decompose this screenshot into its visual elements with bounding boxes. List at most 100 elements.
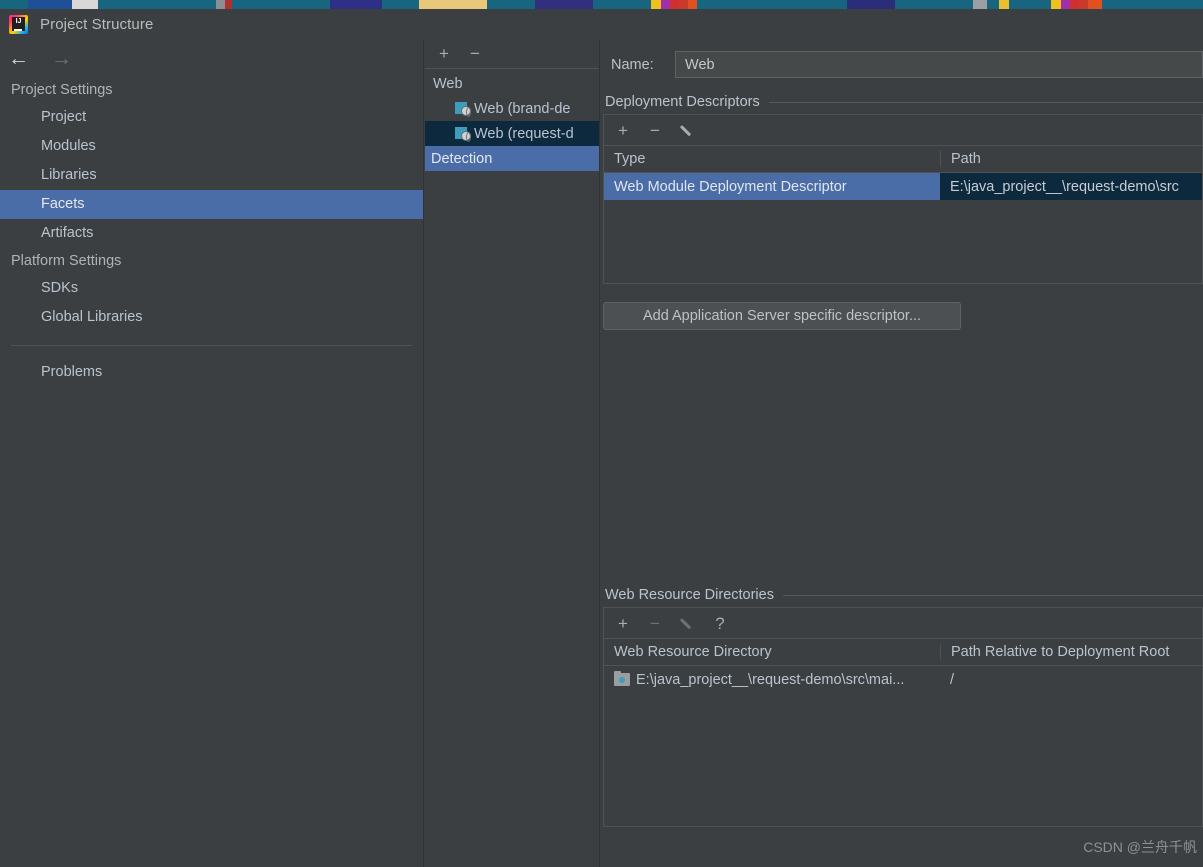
cell-type: Web Module Deployment Descriptor: [604, 173, 940, 200]
web-resource-directories-section-header: Web Resource Directories: [603, 587, 1203, 603]
plus-icon[interactable]: +: [616, 615, 630, 632]
desktop-background-strip: [0, 0, 1203, 9]
desktop-strip-segment: [72, 0, 98, 9]
desktop-strip-segment: [688, 0, 697, 9]
column-header-path-relative: Path Relative to Deployment Root: [940, 644, 1202, 660]
deployment-descriptors-section-header: Deployment Descriptors: [603, 94, 1203, 110]
desktop-strip-segment: [697, 0, 847, 9]
desktop-strip-segment: [1061, 0, 1070, 9]
dialog-titlebar: IJ Project Structure: [0, 9, 1203, 39]
web-resource-directories-toolbar: + − ?: [604, 608, 1202, 639]
desktop-strip-segment: [973, 0, 987, 9]
minus-icon[interactable]: −: [648, 122, 662, 139]
plus-icon[interactable]: +: [437, 45, 451, 62]
cell-directory-text: E:\java_project__\request-demo\src\mai..…: [636, 671, 905, 688]
watermark-text: CSDN @兰舟千帆: [1083, 839, 1197, 855]
navigation-arrows: ← →: [0, 39, 423, 77]
web-resource-directories-header-row: Web Resource Directory Path Relative to …: [604, 639, 1202, 666]
sidebar-group-project-settings: Project Settings: [11, 82, 113, 98]
column-header-type: Type: [614, 151, 646, 167]
desktop-strip-segment: [330, 0, 382, 9]
intellij-idea-logo-icon: IJ: [9, 14, 28, 34]
column-header-web-resource-directory: Web Resource Directory: [614, 644, 772, 660]
desktop-strip-segment: [98, 0, 216, 9]
desktop-strip-segment: [1088, 0, 1102, 9]
tree-node-label: Web (request-d: [474, 125, 574, 142]
desktop-strip-segment: [28, 0, 72, 9]
plus-icon[interactable]: +: [616, 122, 630, 139]
sidebar-item-problems[interactable]: Problems: [0, 358, 423, 387]
section-separator-line: [782, 594, 1203, 596]
web-resource-directories-table: + − ? Web Resource Directory Path Relati…: [603, 607, 1203, 827]
tree-node-label: Web: [433, 75, 463, 92]
desktop-strip-segment: [1009, 0, 1051, 9]
tree-node-web-request-demo[interactable]: Web (request-d: [425, 121, 599, 146]
sidebar-group-platform-settings: Platform Settings: [11, 253, 122, 269]
deployment-descriptors-header-row: Type Path: [604, 146, 1202, 173]
dialog-title: Project Structure: [40, 15, 154, 33]
table-row[interactable]: Web Module Deployment Descriptor E:\java…: [604, 173, 1202, 200]
facet-detail-panel: Name: Deployment Descriptors + − Type Pa…: [601, 39, 1203, 867]
desktop-strip-segment: [225, 0, 232, 9]
desktop-strip-segment: [661, 0, 670, 9]
table-row[interactable]: E:\java_project__\request-demo\src\mai..…: [604, 666, 1202, 693]
deployment-descriptors-body: Web Module Deployment Descriptor E:\java…: [604, 173, 1202, 283]
sidebar-item-facets[interactable]: Facets: [0, 190, 423, 219]
desktop-strip-segment: [232, 0, 330, 9]
desktop-strip-segment: [651, 0, 661, 9]
section-separator-line: [768, 101, 1203, 103]
sidebar-divider: [11, 345, 412, 346]
desktop-strip-segment: [1070, 0, 1079, 9]
facets-tree-toolbar: + −: [425, 39, 599, 69]
sidebar-item-libraries[interactable]: Libraries: [0, 161, 423, 190]
sidebar-item-global-libraries[interactable]: Global Libraries: [0, 303, 423, 332]
sidebar-item-project[interactable]: Project: [0, 103, 423, 132]
desktop-strip-segment: [987, 0, 999, 9]
desktop-strip-segment: [847, 0, 895, 9]
section-title: Deployment Descriptors: [605, 94, 760, 110]
desktop-strip-segment: [999, 0, 1009, 9]
cell-relative-path: /: [950, 671, 955, 688]
deployment-descriptors-toolbar: + −: [604, 115, 1202, 146]
deployment-descriptors-table: + − Type Path Web Module Deployment Desc…: [603, 114, 1203, 284]
sidebar-item-modules[interactable]: Modules: [0, 132, 423, 161]
sidebar-item-artifacts[interactable]: Artifacts: [0, 219, 423, 248]
desktop-strip-segment: [487, 0, 535, 9]
desktop-strip-segment: [1051, 0, 1061, 9]
pencil-icon: [680, 616, 695, 631]
cell-directory: E:\java_project__\request-demo\src\mai..…: [604, 666, 940, 693]
name-label: Name:: [611, 56, 654, 73]
sidebar-item-sdks[interactable]: SDKs: [0, 274, 423, 303]
web-facet-icon: [455, 126, 471, 142]
facets-tree-panel: + − Web Web (brand-de Web (request-d Det…: [425, 39, 600, 867]
desktop-strip-segment: [1079, 0, 1088, 9]
desktop-strip-segment: [0, 0, 28, 9]
tree-node-web-brand-demo[interactable]: Web (brand-de: [425, 96, 599, 121]
minus-icon: −: [650, 613, 660, 633]
folder-icon: [614, 670, 630, 686]
arrow-right-icon[interactable]: →: [51, 48, 72, 69]
tree-node-label: Web (brand-de: [474, 100, 571, 117]
section-title: Web Resource Directories: [605, 587, 774, 603]
desktop-strip-segment: [679, 0, 688, 9]
desktop-strip-segment: [216, 0, 225, 9]
column-header-path: Path: [940, 151, 1202, 167]
tree-node-web-root[interactable]: Web: [425, 71, 599, 96]
web-resource-directories-body: E:\java_project__\request-demo\src\mai..…: [604, 666, 1202, 826]
desktop-strip-segment: [895, 0, 973, 9]
desktop-strip-segment: [535, 0, 593, 9]
minus-icon[interactable]: −: [468, 45, 482, 62]
project-structure-dialog: IJ Project Structure ← → Project Setting…: [0, 9, 1203, 867]
tree-node-label: Detection: [431, 150, 493, 167]
arrow-left-icon[interactable]: ←: [8, 48, 29, 69]
add-application-server-descriptor-button[interactable]: Add Application Server specific descript…: [603, 302, 961, 330]
question-mark-icon[interactable]: ?: [713, 615, 727, 632]
desktop-strip-segment: [419, 0, 487, 9]
desktop-strip-segment: [382, 0, 419, 9]
name-input[interactable]: [675, 51, 1203, 78]
facet-name-row: Name:: [601, 39, 1203, 78]
cell-path: E:\java_project__\request-demo\src: [940, 173, 1202, 200]
pencil-icon[interactable]: [680, 123, 695, 138]
desktop-strip-segment: [593, 0, 651, 9]
tree-node-detection[interactable]: Detection: [425, 146, 599, 171]
